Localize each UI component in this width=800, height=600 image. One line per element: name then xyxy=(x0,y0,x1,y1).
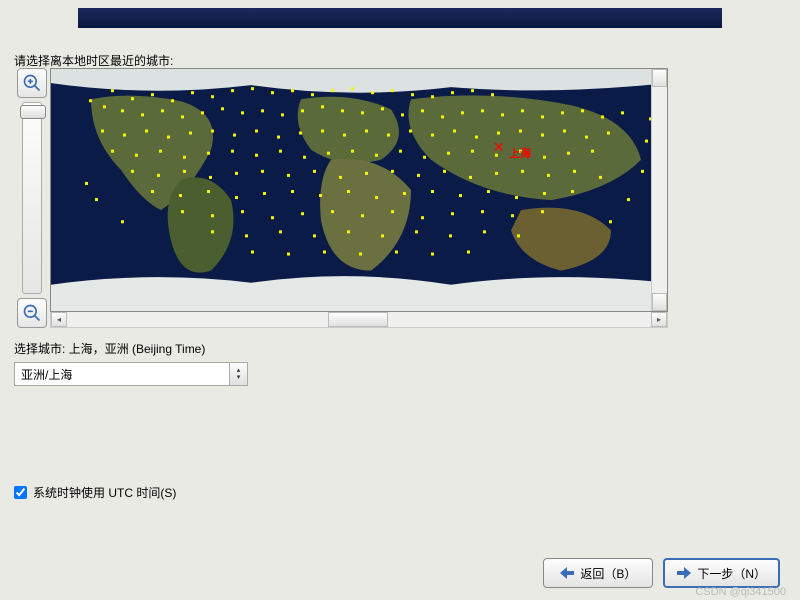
timezone-combobox-value: 亚洲/上海 xyxy=(21,366,72,383)
installer-header-bar xyxy=(78,8,722,28)
selected-city-marker-icon: ✕ xyxy=(493,142,505,152)
zoom-controls xyxy=(14,68,50,328)
selected-city-label: 选择城市: 上海，亚洲 (Beijing Time) xyxy=(14,340,205,357)
timezone-map-area: ✕ 上海 ◂ ▸ xyxy=(14,68,668,328)
back-button[interactable]: 返回（B） xyxy=(543,558,653,588)
world-map-svg xyxy=(51,69,667,311)
timezone-prompt: 请选择离本地时区最近的城市: xyxy=(14,52,173,69)
back-button-label: 返回（B） xyxy=(580,565,636,582)
scroll-left-button[interactable]: ◂ xyxy=(51,312,67,327)
world-map[interactable]: ✕ 上海 xyxy=(50,68,668,312)
map-vertical-scrollbar[interactable] xyxy=(651,69,667,311)
zoom-in-icon xyxy=(22,73,42,93)
zoom-out-icon xyxy=(22,303,42,323)
zoom-in-button[interactable] xyxy=(17,68,47,98)
next-button[interactable]: 下一步（N） xyxy=(663,558,780,588)
timezone-combobox[interactable]: 亚洲/上海 ▴▾ xyxy=(14,362,248,386)
utc-checkbox-row[interactable]: 系统时钟使用 UTC 时间(S) xyxy=(14,484,176,501)
arrow-right-icon xyxy=(677,567,691,579)
map-frame: ✕ 上海 ◂ ▸ xyxy=(50,68,668,328)
map-horizontal-scrollbar[interactable]: ◂ ▸ xyxy=(50,312,668,328)
utc-checkbox-label: 系统时钟使用 UTC 时间(S) xyxy=(33,484,176,501)
utc-checkbox[interactable] xyxy=(14,486,27,499)
zoom-out-button[interactable] xyxy=(17,298,47,328)
wizard-footer: 返回（B） 下一步（N） xyxy=(543,558,780,588)
scroll-right-button[interactable]: ▸ xyxy=(651,312,667,327)
watermark: CSDN @qi341500 xyxy=(695,586,786,598)
arrow-left-icon xyxy=(560,567,574,579)
zoom-slider-thumb[interactable] xyxy=(20,105,46,119)
combobox-stepper-icon[interactable]: ▴▾ xyxy=(229,363,247,385)
next-button-label: 下一步（N） xyxy=(697,565,766,582)
zoom-slider[interactable] xyxy=(22,102,42,294)
scroll-thumb[interactable] xyxy=(328,312,388,327)
